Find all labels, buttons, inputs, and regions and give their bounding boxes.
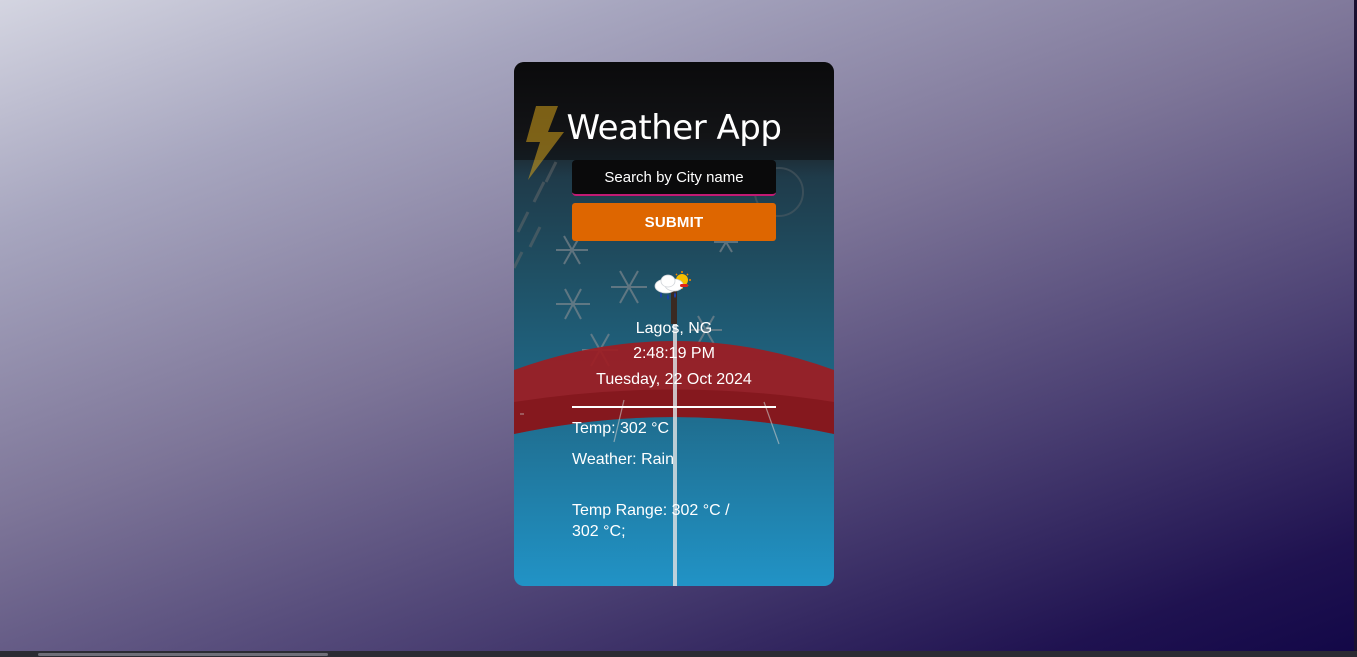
search-input[interactable] (572, 160, 776, 196)
weather-condition-text: Weather: Rain (572, 451, 674, 468)
time-label: 2:48:19 PM (633, 345, 715, 362)
rain-cloud-sun-icon (654, 271, 691, 300)
location-label: Lagos, NG (635, 320, 713, 337)
app-title: Weather App (566, 108, 782, 148)
submit-button[interactable]: SUBMIT (572, 203, 776, 241)
weather-card: Weather App SUBMIT (514, 62, 834, 586)
divider (572, 406, 776, 408)
card-content: Weather App SUBMIT (514, 62, 834, 586)
temperature-range-text: Temp Range: 302 °C / 302 °C; (572, 502, 730, 540)
horizontal-scrollbar[interactable] (0, 651, 1357, 657)
scrollbar-thumb[interactable] (38, 653, 328, 656)
temperature-text: Temp: 302 °C (572, 420, 670, 437)
date-label: Tuesday, 22 Oct 2024 (596, 371, 752, 388)
